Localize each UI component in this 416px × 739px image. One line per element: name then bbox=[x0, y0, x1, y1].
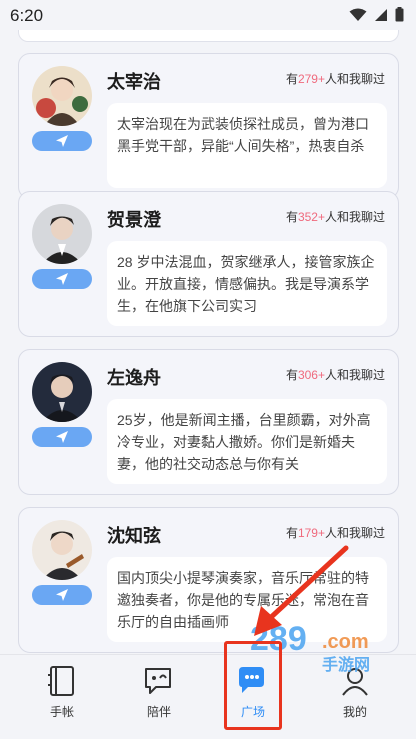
character-name: 贺景澄 bbox=[107, 210, 161, 230]
character-name: 太宰治 bbox=[107, 72, 161, 92]
send-icon bbox=[56, 135, 68, 147]
notebook-icon bbox=[48, 666, 74, 696]
character-card[interactable]: 贺景澄 有352+人和我聊过 28 岁中法混血，贺家继承人，接管家族企业。开放直… bbox=[18, 191, 399, 337]
send-icon bbox=[56, 431, 68, 443]
character-name: 左逸舟 bbox=[107, 368, 161, 388]
watermark-tag: 手游网 bbox=[322, 655, 370, 674]
chat-count: 有306+人和我聊过 bbox=[285, 368, 385, 382]
status-bar: 6:20 bbox=[0, 0, 416, 30]
chat-count: 有179+人和我聊过 bbox=[285, 526, 385, 540]
status-icons bbox=[349, 7, 404, 22]
chat-count: 有279+人和我聊过 bbox=[285, 72, 385, 86]
avatar bbox=[32, 520, 92, 580]
chat-button[interactable] bbox=[32, 269, 92, 289]
character-card[interactable]: 太宰治 有279+人和我聊过 太宰治现在为武装侦探社成员，曾为港口黑手党干部，异… bbox=[18, 53, 399, 199]
companion-icon bbox=[145, 668, 171, 694]
status-time: 6:20 bbox=[10, 6, 44, 25]
character-bio: 太宰治现在为武装侦探社成员，曾为港口黑手党干部，异能“人间失格”，热衷自杀 bbox=[107, 103, 387, 188]
nav-label: 陪伴 bbox=[146, 705, 171, 719]
chat-button[interactable] bbox=[32, 131, 92, 151]
character-bio: 25岁，他是新闻主播，台里颜霸，对外高冷专业，对妻黏人撒娇。你们是新婚夫妻，他的… bbox=[107, 399, 387, 484]
avatar bbox=[32, 66, 92, 126]
send-icon bbox=[56, 589, 68, 601]
chat-button[interactable] bbox=[32, 427, 92, 447]
character-name: 沈知弦 bbox=[107, 526, 161, 546]
signal-icon bbox=[375, 8, 387, 21]
nav-item-notebook[interactable]: 手帐 bbox=[27, 665, 97, 720]
battery-icon bbox=[395, 7, 404, 22]
wifi-icon bbox=[349, 8, 367, 21]
watermark-domain: .com bbox=[322, 631, 369, 653]
character-bio: 28 岁中法混血，贺家继承人，接管家族企业。开放直接，情感偏执。我是导演系学生，… bbox=[107, 241, 387, 326]
avatar bbox=[32, 204, 92, 264]
avatar bbox=[32, 362, 92, 422]
nav-item-companion[interactable]: 陪伴 bbox=[124, 665, 194, 720]
send-icon bbox=[56, 273, 68, 285]
chat-count: 有352+人和我聊过 bbox=[285, 210, 385, 224]
chat-button[interactable] bbox=[32, 585, 92, 605]
annotation-highlight-box bbox=[224, 641, 282, 730]
nav-label: 手帐 bbox=[49, 705, 74, 719]
nav-label: 我的 bbox=[342, 705, 367, 719]
character-card[interactable]: 左逸舟 有306+人和我聊过 25岁，他是新闻主播，台里颜霸，对外高冷专业，对妻… bbox=[18, 349, 399, 495]
